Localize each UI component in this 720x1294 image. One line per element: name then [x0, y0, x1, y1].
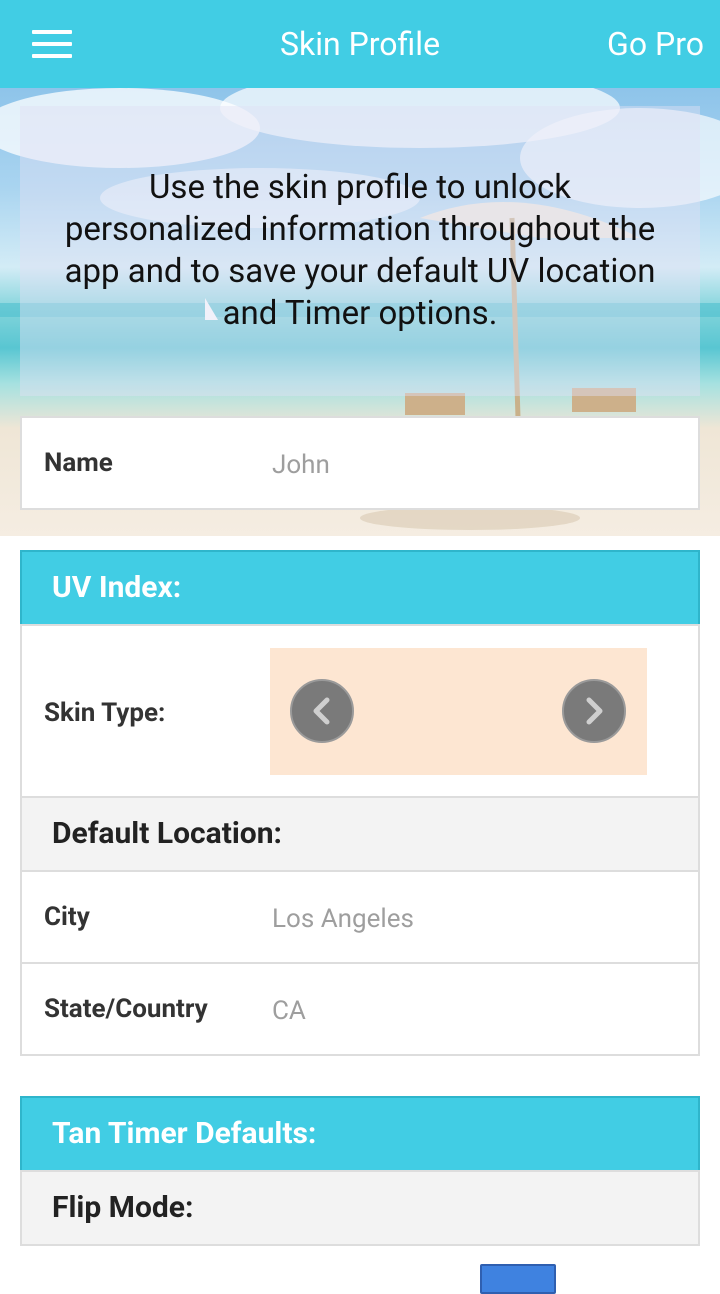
tan-timer-title: Tan Timer Defaults: [52, 1116, 317, 1151]
uv-index-title: UV Index: [52, 570, 182, 605]
state-field[interactable]: CA [272, 996, 306, 1026]
flip-mode-title: Flip Mode: [52, 1190, 194, 1225]
chevron-right-icon [586, 697, 603, 725]
tan-timer-header: Tan Timer Defaults: [20, 1096, 700, 1172]
skin-type-label: Skin Type: [44, 698, 166, 728]
flip-mode-header: Flip Mode: [20, 1170, 700, 1246]
skin-type-picker[interactable] [270, 648, 647, 775]
hamburger-menu-icon[interactable] [32, 30, 72, 60]
next-skin-type-button[interactable] [562, 679, 626, 743]
city-row: City Los Angeles [20, 870, 700, 964]
default-location-title: Default Location: [52, 816, 282, 851]
name-label: Name [44, 448, 113, 478]
skin-type-row: Skin Type: [20, 624, 700, 798]
default-location-header: Default Location: [20, 796, 700, 872]
city-field[interactable]: Los Angeles [272, 904, 414, 934]
flip-mode-toggle-button[interactable] [480, 1264, 556, 1294]
intro-card: Use the skin profile to unlock personali… [20, 106, 700, 396]
state-row: State/Country CA [20, 962, 700, 1056]
top-app-bar: Skin Profile Go Pro [0, 0, 720, 88]
chevron-left-icon [313, 697, 330, 725]
uv-index-header: UV Index: [20, 550, 700, 626]
name-field[interactable]: John [272, 450, 330, 480]
go-pro-button[interactable]: Go Pro [607, 0, 704, 88]
previous-skin-type-button[interactable] [290, 679, 354, 743]
state-label: State/Country [44, 994, 208, 1024]
name-row: Name John [20, 416, 700, 510]
intro-text: Use the skin profile to unlock personali… [64, 168, 656, 333]
city-label: City [44, 902, 90, 932]
